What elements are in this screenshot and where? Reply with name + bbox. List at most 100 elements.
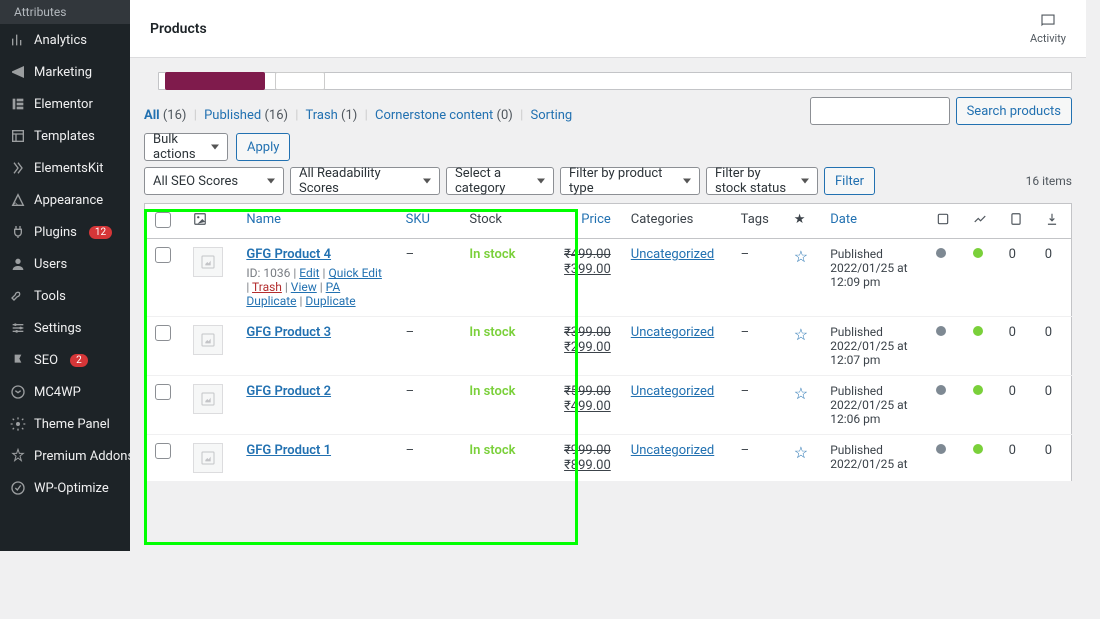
sidebar-item-plugins[interactable]: Plugins 12 xyxy=(0,216,130,248)
duplicate-link[interactable]: Duplicate xyxy=(305,294,355,308)
search-products-button[interactable]: Search products xyxy=(956,97,1072,125)
sidebar-item-label: Plugins xyxy=(34,225,77,240)
product-thumbnail xyxy=(193,384,223,414)
activity-button[interactable]: Activity xyxy=(1030,12,1066,45)
sidebar-item-seo[interactable]: SEO2 xyxy=(0,344,130,376)
featured-star[interactable]: ☆ xyxy=(794,325,808,344)
product-name-link[interactable]: GFG Product 4 xyxy=(246,247,331,262)
banner-notice xyxy=(158,72,1072,90)
sidebar-item-mc4wp[interactable]: MC4WP xyxy=(0,376,130,408)
trash-link[interactable]: Trash xyxy=(252,280,282,294)
sidebar-item-label: Users xyxy=(34,257,67,272)
category-select[interactable]: Select a category xyxy=(446,167,554,195)
product-name-link[interactable]: GFG Product 3 xyxy=(246,325,331,340)
filter-trash[interactable]: Trash xyxy=(305,108,337,123)
sidebar-item-label: Premium Addons for Elementor xyxy=(34,449,130,464)
readability-dot xyxy=(973,385,983,395)
sidebar-item-wp-optimize[interactable]: WP-Optimize xyxy=(0,472,130,504)
sku-cell: – xyxy=(396,239,460,317)
row-checkbox[interactable] xyxy=(155,384,171,400)
sidebar-item-label: Templates xyxy=(34,129,95,144)
table-row: GFG Product 4ID: 1036 | Edit | Quick Edi… xyxy=(145,239,1072,317)
sidebar-sub-attributes[interactable]: Attributes xyxy=(0,0,130,24)
category-link[interactable]: Uncategorized xyxy=(631,247,714,262)
sku-cell: – xyxy=(396,317,460,376)
badge: 12 xyxy=(89,226,112,239)
category-link[interactable]: Uncategorized xyxy=(631,384,714,399)
filter-sorting[interactable]: Sorting xyxy=(530,108,572,123)
product-thumbnail xyxy=(193,247,223,277)
sidebar-item-label: SEO xyxy=(34,353,58,368)
elementskit-icon xyxy=(10,160,26,176)
stat4-cell: 0 xyxy=(1035,435,1072,482)
product-type-select[interactable]: Filter by product type xyxy=(560,167,700,195)
filter-cornerstone[interactable]: Cornerstone content xyxy=(375,108,493,123)
wp-optimize-icon xyxy=(10,480,26,496)
bulk-actions-select[interactable]: Bulk actions xyxy=(144,133,228,161)
stat4-cell: 0 xyxy=(1035,376,1072,435)
page-header: Products Activity xyxy=(130,0,1086,58)
users-icon xyxy=(10,256,26,272)
sidebar-item-templates[interactable]: Templates xyxy=(0,120,130,152)
sidebar-item-label: Tools xyxy=(34,289,66,304)
featured-star[interactable]: ☆ xyxy=(794,443,808,462)
sidebar-item-elementskit[interactable]: ElementsKit xyxy=(0,152,130,184)
price-cell: ₹399.00₹299.00 xyxy=(544,317,620,376)
view-link[interactable]: View xyxy=(291,280,317,294)
sidebar-item-premium-addons[interactable]: Premium Addons for Elementor xyxy=(0,440,130,472)
col-stats1-icon xyxy=(926,204,962,239)
seo-dot xyxy=(936,444,946,454)
date-cell: Published2022/01/25 at xyxy=(830,443,916,471)
sidebar-item-users[interactable]: Users xyxy=(0,248,130,280)
sidebar-item-marketing[interactable]: Marketing xyxy=(0,56,130,88)
col-stock: Stock xyxy=(459,204,544,239)
readability-dot xyxy=(973,248,983,258)
sidebar-item-elementor[interactable]: Elementor xyxy=(0,88,130,120)
quick-edit-link[interactable]: Quick Edit xyxy=(328,266,381,280)
readability-scores-select[interactable]: All Readability Scores xyxy=(290,167,440,195)
seo-scores-select[interactable]: All SEO Scores xyxy=(144,167,284,195)
sidebar-item-label: ElementsKit xyxy=(34,161,103,176)
row-checkbox[interactable] xyxy=(155,247,171,263)
col-stats2-icon xyxy=(963,204,999,239)
sidebar-item-label: Elementor xyxy=(34,97,93,112)
col-featured-icon: ★ xyxy=(784,204,820,239)
sidebar-item-tools[interactable]: Tools xyxy=(0,280,130,312)
tags-cell: – xyxy=(731,435,784,482)
filter-published[interactable]: Published xyxy=(204,108,261,123)
filter-all[interactable]: All xyxy=(144,108,160,123)
featured-star[interactable]: ☆ xyxy=(794,384,808,403)
select-all-checkbox[interactable] xyxy=(155,212,171,228)
col-sku[interactable]: SKU xyxy=(406,212,430,227)
col-price[interactable]: Price xyxy=(581,212,610,227)
admin-sidebar: Attributes Analytics Marketing Elementor Te… xyxy=(0,0,130,551)
stock-status-select[interactable]: Filter by stock status xyxy=(706,167,818,195)
stat3-cell: 0 xyxy=(999,376,1035,435)
search-input[interactable] xyxy=(810,97,950,125)
row-checkbox[interactable] xyxy=(155,325,171,341)
apply-button[interactable]: Apply xyxy=(236,133,290,161)
sidebar-item-analytics[interactable]: Analytics xyxy=(0,24,130,56)
seo-icon xyxy=(10,352,26,368)
tools-icon xyxy=(10,288,26,304)
featured-star[interactable]: ☆ xyxy=(794,247,808,266)
date-cell: Published2022/01/25 at 12:09 pm xyxy=(830,247,916,289)
col-tags: Tags xyxy=(731,204,784,239)
price-cell: ₹499.00₹399.00 xyxy=(544,239,620,317)
table-row: GFG Product 2 – In stock ₹599.00₹499.00 … xyxy=(145,376,1072,435)
sidebar-item-label: Marketing xyxy=(34,65,92,80)
category-link[interactable]: Uncategorized xyxy=(631,325,714,340)
date-cell: Published2022/01/25 at 12:06 pm xyxy=(830,384,916,426)
product-name-link[interactable]: GFG Product 1 xyxy=(246,443,331,458)
stat3-cell: 0 xyxy=(999,239,1035,317)
category-link[interactable]: Uncategorized xyxy=(631,443,714,458)
col-name[interactable]: Name xyxy=(246,212,281,227)
sidebar-item-appearance[interactable]: Appearance xyxy=(0,184,130,216)
sidebar-item-theme-panel[interactable]: Theme Panel xyxy=(0,408,130,440)
edit-link[interactable]: Edit xyxy=(299,266,319,280)
row-checkbox[interactable] xyxy=(155,443,171,459)
filter-button[interactable]: Filter xyxy=(824,167,875,195)
product-name-link[interactable]: GFG Product 2 xyxy=(246,384,331,399)
col-date[interactable]: Date xyxy=(830,212,857,227)
sidebar-item-settings[interactable]: Settings xyxy=(0,312,130,344)
